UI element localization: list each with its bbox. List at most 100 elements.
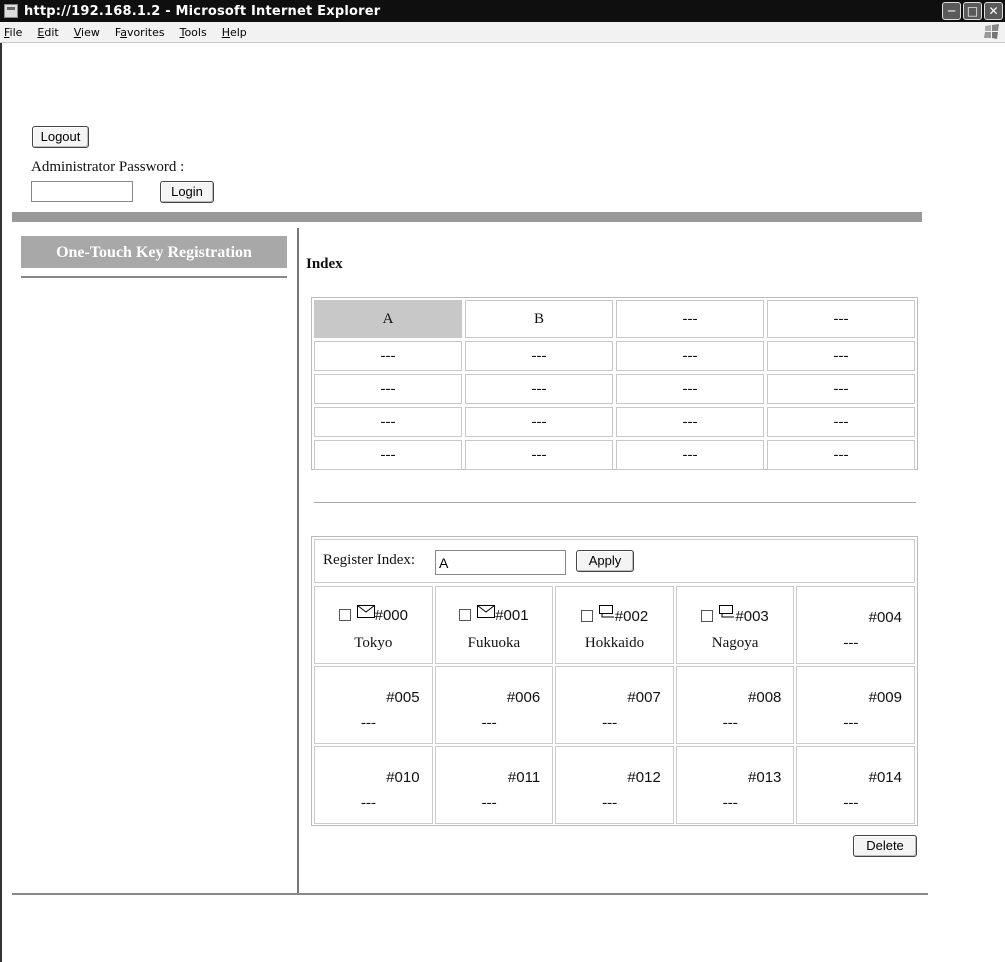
index-cell: --- [616, 440, 764, 470]
index-cell: --- [616, 300, 764, 338]
one-touch-key-cell: #002 Hokkaido [555, 586, 674, 664]
index-title: Index [306, 256, 343, 272]
key-number[interactable]: #011 [508, 769, 540, 786]
index-cell[interactable]: A [314, 300, 462, 338]
index-cell: --- [465, 374, 613, 404]
key-destination-name: --- [843, 715, 859, 731]
computer-icon [719, 605, 735, 624]
one-touch-key-cell: #010 --- [314, 746, 433, 824]
key-number[interactable]: #004 [869, 609, 902, 626]
index-cell: --- [616, 407, 764, 437]
key-number[interactable]: #010 [386, 769, 419, 786]
sidebar-divider [297, 228, 299, 894]
index-cell: --- [465, 341, 613, 371]
menu-favorites[interactable]: Favorites [115, 26, 165, 39]
key-number[interactable]: #014 [869, 769, 902, 786]
key-destination-name: Nagoya [711, 635, 759, 651]
index-cell: --- [767, 374, 915, 404]
one-touch-keys-grid: #000 Tokyo #001 Fukuoka #002 Hokkaido #003 Nago… [314, 586, 915, 824]
password-field[interactable] [31, 181, 133, 202]
one-touch-key-cell: #011 --- [434, 746, 554, 824]
key-destination-name: --- [843, 795, 859, 811]
index-cell: --- [314, 341, 462, 371]
index-cell[interactable]: B [465, 300, 613, 338]
menu-file[interactable]: File [4, 26, 22, 39]
key-number[interactable]: #002 [615, 608, 648, 625]
key-select-checkbox[interactable] [580, 610, 593, 622]
key-destination-name: --- [602, 715, 618, 731]
index-cell: --- [767, 300, 915, 338]
key-number[interactable]: #013 [748, 769, 781, 786]
register-index-input[interactable] [435, 550, 566, 575]
key-destination-name: Hokkaido [584, 635, 645, 651]
index-cell: --- [767, 341, 915, 371]
menu-bar: File Edit View Favorites Tools Help [0, 22, 1005, 43]
menu-tools[interactable]: Tools [180, 26, 207, 39]
index-cell: --- [465, 407, 613, 437]
index-cell: --- [767, 407, 915, 437]
index-table: A B --- --- --- --- --- --- --- --- --- --- --- --- --… [311, 297, 918, 470]
computer-icon [598, 605, 615, 624]
minimize-icon[interactable]: ─ [942, 2, 961, 20]
one-touch-key-cell: #007 --- [555, 666, 674, 744]
register-index-row: Register Index: Apply [314, 539, 915, 583]
maximize-icon[interactable]: □ [963, 2, 982, 20]
key-registration-table: Register Index: Apply #000 Tokyo #001 Fukuo… [311, 536, 918, 826]
key-number[interactable]: #009 [869, 689, 902, 706]
key-destination-name: --- [602, 795, 618, 811]
index-cell: --- [616, 374, 764, 404]
delete-button[interactable]: Delete [853, 835, 917, 857]
apply-button[interactable]: Apply [576, 550, 634, 572]
register-index-label: Register Index: [323, 552, 416, 568]
key-destination-name: --- [722, 795, 738, 811]
section-divider [314, 502, 916, 503]
footer-divider [12, 893, 928, 895]
key-select-checkbox[interactable] [459, 609, 472, 621]
menu-edit[interactable]: Edit [37, 26, 58, 39]
envelope-icon [356, 605, 375, 623]
one-touch-key-cell: #008 --- [675, 666, 795, 744]
key-number[interactable]: #000 [375, 607, 408, 624]
index-cell: --- [314, 407, 462, 437]
one-touch-key-cell: #012 --- [555, 746, 674, 824]
one-touch-key-cell: #009 --- [796, 666, 915, 744]
key-destination-name: --- [843, 635, 859, 651]
windows-logo-icon [984, 24, 999, 39]
key-number[interactable]: #007 [627, 689, 660, 706]
login-button[interactable]: Login [160, 181, 214, 203]
key-number[interactable]: #012 [627, 769, 660, 786]
key-destination-name: --- [481, 715, 497, 731]
key-destination-name: --- [361, 715, 376, 731]
one-touch-key-cell: #004 --- [796, 586, 915, 664]
menu-help[interactable]: Help [222, 26, 247, 39]
key-destination-name: --- [481, 795, 497, 811]
ie-page-icon [4, 4, 18, 18]
window-title: http://192.168.1.2 - Microsoft Internet … [24, 3, 381, 19]
key-number[interactable]: #008 [748, 689, 781, 706]
one-touch-key-cell: #000 Tokyo [314, 586, 433, 664]
logout-button[interactable]: Logout [32, 126, 89, 148]
key-number[interactable]: #005 [386, 689, 419, 706]
one-touch-key-cell: #003 Nagoya [675, 586, 795, 664]
header-divider-bar [12, 212, 922, 222]
envelope-icon [477, 605, 496, 623]
key-select-checkbox[interactable] [701, 610, 714, 622]
window-titlebar: http://192.168.1.2 - Microsoft Internet … [0, 0, 1005, 22]
key-select-checkbox[interactable] [338, 609, 351, 621]
key-number[interactable]: #006 [507, 689, 540, 706]
window-controls: ─ □ ✕ [942, 2, 1003, 20]
one-touch-key-cell: #001 Fukuoka [434, 586, 554, 664]
key-destination-name: --- [361, 795, 376, 811]
sidebar-item-one-touch-key-registration[interactable]: One-Touch Key Registration [21, 236, 287, 268]
menu-view[interactable]: View [74, 26, 100, 39]
close-icon[interactable]: ✕ [984, 2, 1003, 20]
key-number[interactable]: #001 [495, 607, 528, 624]
key-destination-name: Fukuoka [467, 635, 521, 651]
key-number[interactable]: #003 [735, 608, 768, 625]
key-destination-name: Tokyo [354, 635, 393, 651]
sidebar-rule [21, 276, 287, 278]
key-destination-name: --- [722, 715, 738, 731]
one-touch-key-cell: #006 --- [434, 666, 554, 744]
one-touch-key-cell: #014 --- [796, 746, 915, 824]
password-label: Administrator Password : [31, 159, 185, 175]
